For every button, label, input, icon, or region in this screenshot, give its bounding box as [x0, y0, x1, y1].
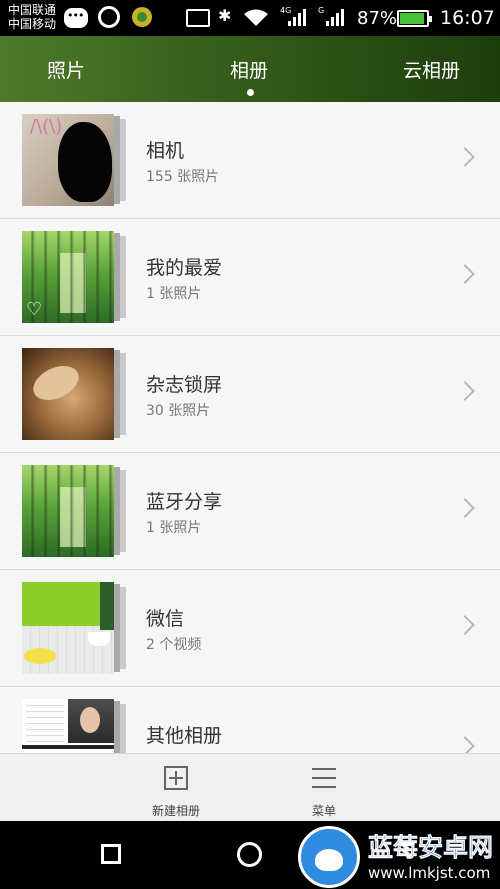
carrier-names: 中国联通 中国移动: [8, 3, 56, 31]
album-row-other[interactable]: 其他相册: [0, 687, 500, 753]
home-button[interactable]: [237, 842, 262, 867]
signal-2-icon: G: [318, 6, 348, 26]
album-row-magazine-unlock[interactable]: 杂志锁屏 30 张照片: [0, 336, 500, 453]
album-count: 2 个视频: [146, 637, 202, 653]
battery-icon: [397, 10, 432, 27]
album-thumbnail: [22, 465, 126, 558]
album-count: 155 张照片: [146, 169, 220, 185]
album-row-wechat[interactable]: 微信 2 个视频: [0, 570, 500, 687]
watermark-url: www.lmkjst.com: [368, 864, 491, 882]
album-count: 1 张照片: [146, 286, 202, 302]
album-count: 1 张照片: [146, 520, 202, 536]
album-title: 相机: [146, 140, 185, 162]
bluetooth-icon: ✱: [218, 6, 232, 25]
album-thumbnail: /\(\): [22, 114, 126, 207]
battery-percent: 87%: [357, 8, 398, 29]
album-list: /\(\) 相机 155 张照片 ♡ 我的最爱 1 张照片 杂志锁屏 30 张照…: [0, 102, 500, 753]
chevron-right-icon: [455, 147, 475, 167]
watermark-logo-icon: [298, 826, 360, 888]
chevron-right-icon: [455, 615, 475, 635]
tab-cloud-albums[interactable]: 云相册: [403, 56, 460, 83]
active-tab-indicator: [247, 89, 254, 96]
site-watermark: 蓝莓安卓网 www.lmkjst.com: [298, 824, 498, 888]
album-thumbnail: [22, 348, 126, 441]
tab-photos[interactable]: 照片: [47, 56, 85, 83]
wifi-icon: [244, 9, 268, 26]
carrier-2: 中国移动: [8, 17, 57, 31]
message-notification-icon: [64, 8, 88, 28]
add-box-icon: [164, 766, 188, 790]
album-title: 杂志锁屏: [146, 374, 223, 396]
bottom-toolbar: 新建相册 菜单: [0, 753, 500, 821]
signal-2-type: G: [318, 6, 325, 15]
chevron-right-icon: [455, 498, 475, 518]
app-notification-icon: [98, 6, 120, 28]
album-title: 其他相册: [146, 725, 223, 747]
album-title: 微信: [146, 608, 185, 630]
new-album-button[interactable]: 新建相册: [136, 754, 216, 822]
album-thumbnail: ♡: [22, 231, 126, 324]
cast-icon: [186, 9, 210, 27]
album-row-camera[interactable]: /\(\) 相机 155 张照片: [0, 102, 500, 219]
game-notification-icon: [132, 7, 152, 27]
menu-label: 菜单: [311, 804, 336, 818]
signal-1-icon: 4G: [280, 6, 310, 26]
recents-button[interactable]: [101, 844, 121, 864]
album-title: 蓝牙分享: [146, 491, 223, 513]
chevron-right-icon: [455, 381, 475, 401]
album-row-bluetooth-share[interactable]: 蓝牙分享 1 张照片: [0, 453, 500, 570]
watermark-name: 蓝莓安卓网: [368, 833, 494, 863]
heart-icon: ♡: [26, 299, 43, 320]
album-title: 我的最爱: [146, 257, 223, 279]
chevron-right-icon: [455, 264, 475, 284]
chevron-right-icon: [455, 736, 475, 753]
clock: 16:07: [440, 7, 495, 29]
album-count: 30 张照片: [146, 403, 211, 419]
album-thumbnail: [22, 582, 126, 675]
album-thumbnail: [22, 699, 126, 753]
menu-icon: [312, 768, 336, 788]
menu-button[interactable]: 菜单: [284, 754, 364, 822]
status-bar: 中国联通 中国移动 ✱ 4G G 87% 16:07: [0, 0, 500, 36]
carrier-1: 中国联通: [8, 3, 57, 17]
gallery-tab-bar: 照片 相册 云相册: [0, 36, 500, 102]
album-row-favorites[interactable]: ♡ 我的最爱 1 张照片: [0, 219, 500, 336]
tab-albums[interactable]: 相册: [230, 56, 268, 83]
new-album-label: 新建相册: [151, 804, 200, 818]
